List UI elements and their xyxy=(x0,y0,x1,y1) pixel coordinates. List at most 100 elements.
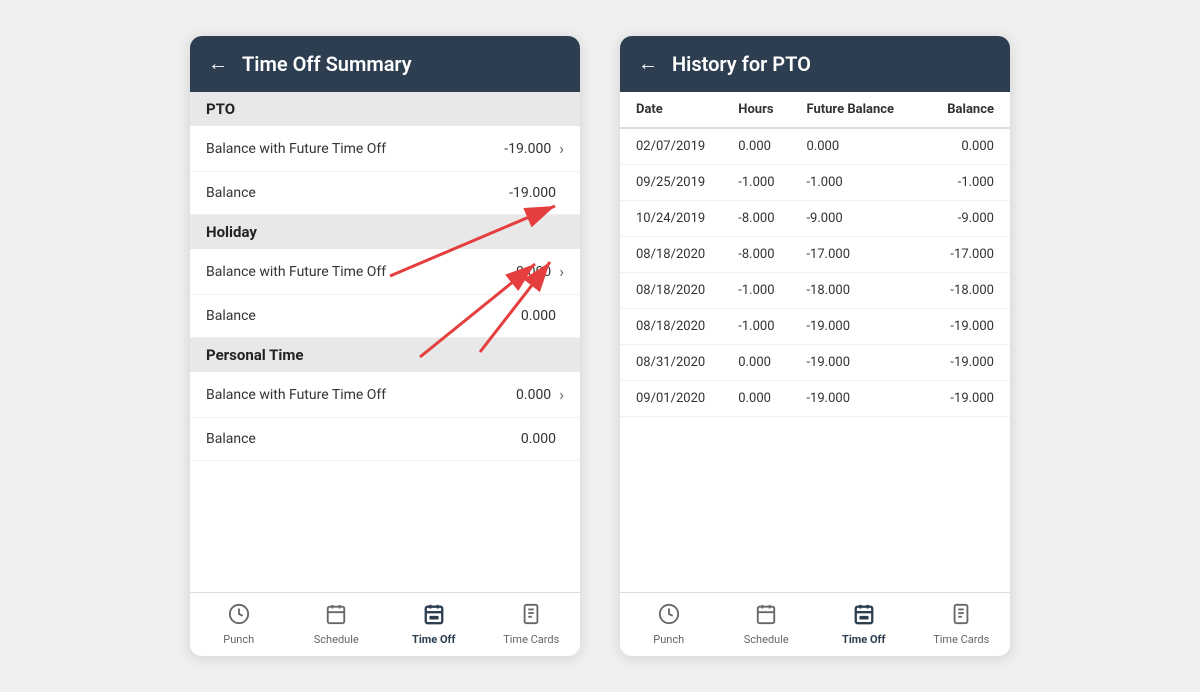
row-date: 08/18/2020 xyxy=(636,247,738,262)
row-balance: -17.000 xyxy=(926,247,994,262)
row-hours: -8.000 xyxy=(738,211,806,226)
row-balance: -18.000 xyxy=(926,283,994,298)
right-panel-header: ← History for PTO xyxy=(620,36,1010,92)
left-panel: ← Time Off Summary PTO Balance with Futu… xyxy=(190,36,580,656)
personal-balance-label: Balance xyxy=(206,431,521,447)
right-timeoff-label: Time Off xyxy=(842,633,885,646)
row-future-balance: -19.000 xyxy=(806,391,925,406)
left-nav-schedule[interactable]: Schedule xyxy=(288,593,386,656)
right-timecards-label: Time Cards xyxy=(933,633,989,646)
row-hours: 0.000 xyxy=(738,355,806,370)
right-panel-content: 02/07/2019 0.000 0.000 0.000 09/25/2019 … xyxy=(620,129,1010,592)
right-back-button[interactable]: ← xyxy=(638,53,658,76)
left-punch-label: Punch xyxy=(223,633,254,646)
section-header-holiday: Holiday xyxy=(190,215,580,249)
personal-balance-future-value: 0.000 xyxy=(516,387,551,403)
row-date: 09/25/2019 xyxy=(636,175,738,190)
table-header: Date Hours Future Balance Balance xyxy=(620,92,1010,129)
left-back-button[interactable]: ← xyxy=(208,53,228,76)
row-future-balance: -19.000 xyxy=(806,319,925,334)
pto-balance-label: Balance xyxy=(206,185,509,201)
row-hours: -1.000 xyxy=(738,175,806,190)
row-hours: 0.000 xyxy=(738,139,806,154)
row-future-balance: -1.000 xyxy=(806,175,925,190)
pto-balance-future-value: -19.000 xyxy=(504,141,551,157)
left-timecards-icon xyxy=(520,603,542,630)
personal-balance-future-chevron[interactable]: › xyxy=(559,385,564,404)
table-row: 09/01/2020 0.000 -19.000 -19.000 xyxy=(620,381,1010,417)
left-timeoff-label: Time Off xyxy=(412,633,455,646)
table-row: 09/25/2019 -1.000 -1.000 -1.000 xyxy=(620,165,1010,201)
left-panel-content: PTO Balance with Future Time Off -19.000… xyxy=(190,92,580,592)
personal-balance-future-row[interactable]: Balance with Future Time Off 0.000 › xyxy=(190,372,580,418)
left-schedule-label: Schedule xyxy=(314,633,359,646)
left-timecards-label: Time Cards xyxy=(503,633,559,646)
row-future-balance: -17.000 xyxy=(806,247,925,262)
holiday-balance-label: Balance xyxy=(206,308,521,324)
left-bottom-nav: Punch Schedule Time Off Time Cards xyxy=(190,592,580,656)
left-timeoff-icon xyxy=(423,603,445,630)
row-balance: -19.000 xyxy=(926,319,994,334)
row-balance: -9.000 xyxy=(926,211,994,226)
table-row: 08/31/2020 0.000 -19.000 -19.000 xyxy=(620,345,1010,381)
right-schedule-icon xyxy=(755,603,777,630)
left-punch-icon xyxy=(228,603,250,630)
left-panel-header: ← Time Off Summary xyxy=(190,36,580,92)
holiday-balance-future-row[interactable]: Balance with Future Time Off 0.000 › xyxy=(190,249,580,295)
right-nav-punch[interactable]: Punch xyxy=(620,593,718,656)
row-balance: -19.000 xyxy=(926,391,994,406)
right-bottom-nav: Punch Schedule Time Off Time Cards xyxy=(620,592,1010,656)
row-future-balance: 0.000 xyxy=(806,139,925,154)
right-nav-timecards[interactable]: Time Cards xyxy=(913,593,1011,656)
pto-balance-row: Balance -19.000 xyxy=(190,172,580,215)
pto-balance-future-row[interactable]: Balance with Future Time Off -19.000 › xyxy=(190,126,580,172)
holiday-balance-future-label: Balance with Future Time Off xyxy=(206,264,516,280)
row-future-balance: -9.000 xyxy=(806,211,925,226)
left-nav-timecards[interactable]: Time Cards xyxy=(483,593,581,656)
table-row: 02/07/2019 0.000 0.000 0.000 xyxy=(620,129,1010,165)
section-header-pto: PTO xyxy=(190,92,580,126)
left-nav-timeoff[interactable]: Time Off xyxy=(385,593,483,656)
right-panel: ← History for PTO Date Hours Future Bala… xyxy=(620,36,1010,656)
right-nav-timeoff[interactable]: Time Off xyxy=(815,593,913,656)
table-row: 08/18/2020 -1.000 -19.000 -19.000 xyxy=(620,309,1010,345)
right-punch-icon xyxy=(658,603,680,630)
right-timecards-icon xyxy=(950,603,972,630)
col-balance: Balance xyxy=(926,102,994,117)
col-hours: Hours xyxy=(738,102,806,117)
row-date: 08/31/2020 xyxy=(636,355,738,370)
section-header-personal: Personal Time xyxy=(190,338,580,372)
row-future-balance: -19.000 xyxy=(806,355,925,370)
right-timeoff-icon xyxy=(853,603,875,630)
left-panel-title: Time Off Summary xyxy=(242,52,412,76)
holiday-balance-row: Balance 0.000 xyxy=(190,295,580,338)
pto-balance-value: -19.000 xyxy=(509,185,556,201)
row-future-balance: -18.000 xyxy=(806,283,925,298)
row-hours: -1.000 xyxy=(738,283,806,298)
holiday-balance-value: 0.000 xyxy=(521,308,556,324)
holiday-balance-future-value: 0.000 xyxy=(516,264,551,280)
row-hours: -8.000 xyxy=(738,247,806,262)
row-hours: -1.000 xyxy=(738,319,806,334)
row-balance: 0.000 xyxy=(926,139,994,154)
left-nav-punch[interactable]: Punch xyxy=(190,593,288,656)
row-balance: -19.000 xyxy=(926,355,994,370)
row-balance: -1.000 xyxy=(926,175,994,190)
right-punch-label: Punch xyxy=(653,633,684,646)
table-row: 10/24/2019 -8.000 -9.000 -9.000 xyxy=(620,201,1010,237)
table-row: 08/18/2020 -8.000 -17.000 -17.000 xyxy=(620,237,1010,273)
row-date: 10/24/2019 xyxy=(636,211,738,226)
left-schedule-icon xyxy=(325,603,347,630)
col-date: Date xyxy=(636,102,738,117)
holiday-balance-future-chevron[interactable]: › xyxy=(559,262,564,281)
pto-balance-future-chevron[interactable]: › xyxy=(559,139,564,158)
personal-balance-future-label: Balance with Future Time Off xyxy=(206,387,516,403)
row-date: 08/18/2020 xyxy=(636,283,738,298)
right-nav-schedule[interactable]: Schedule xyxy=(718,593,816,656)
table-row: 08/18/2020 -1.000 -18.000 -18.000 xyxy=(620,273,1010,309)
personal-balance-value: 0.000 xyxy=(521,431,556,447)
personal-balance-row: Balance 0.000 xyxy=(190,418,580,461)
row-date: 09/01/2020 xyxy=(636,391,738,406)
row-date: 02/07/2019 xyxy=(636,139,738,154)
row-hours: 0.000 xyxy=(738,391,806,406)
